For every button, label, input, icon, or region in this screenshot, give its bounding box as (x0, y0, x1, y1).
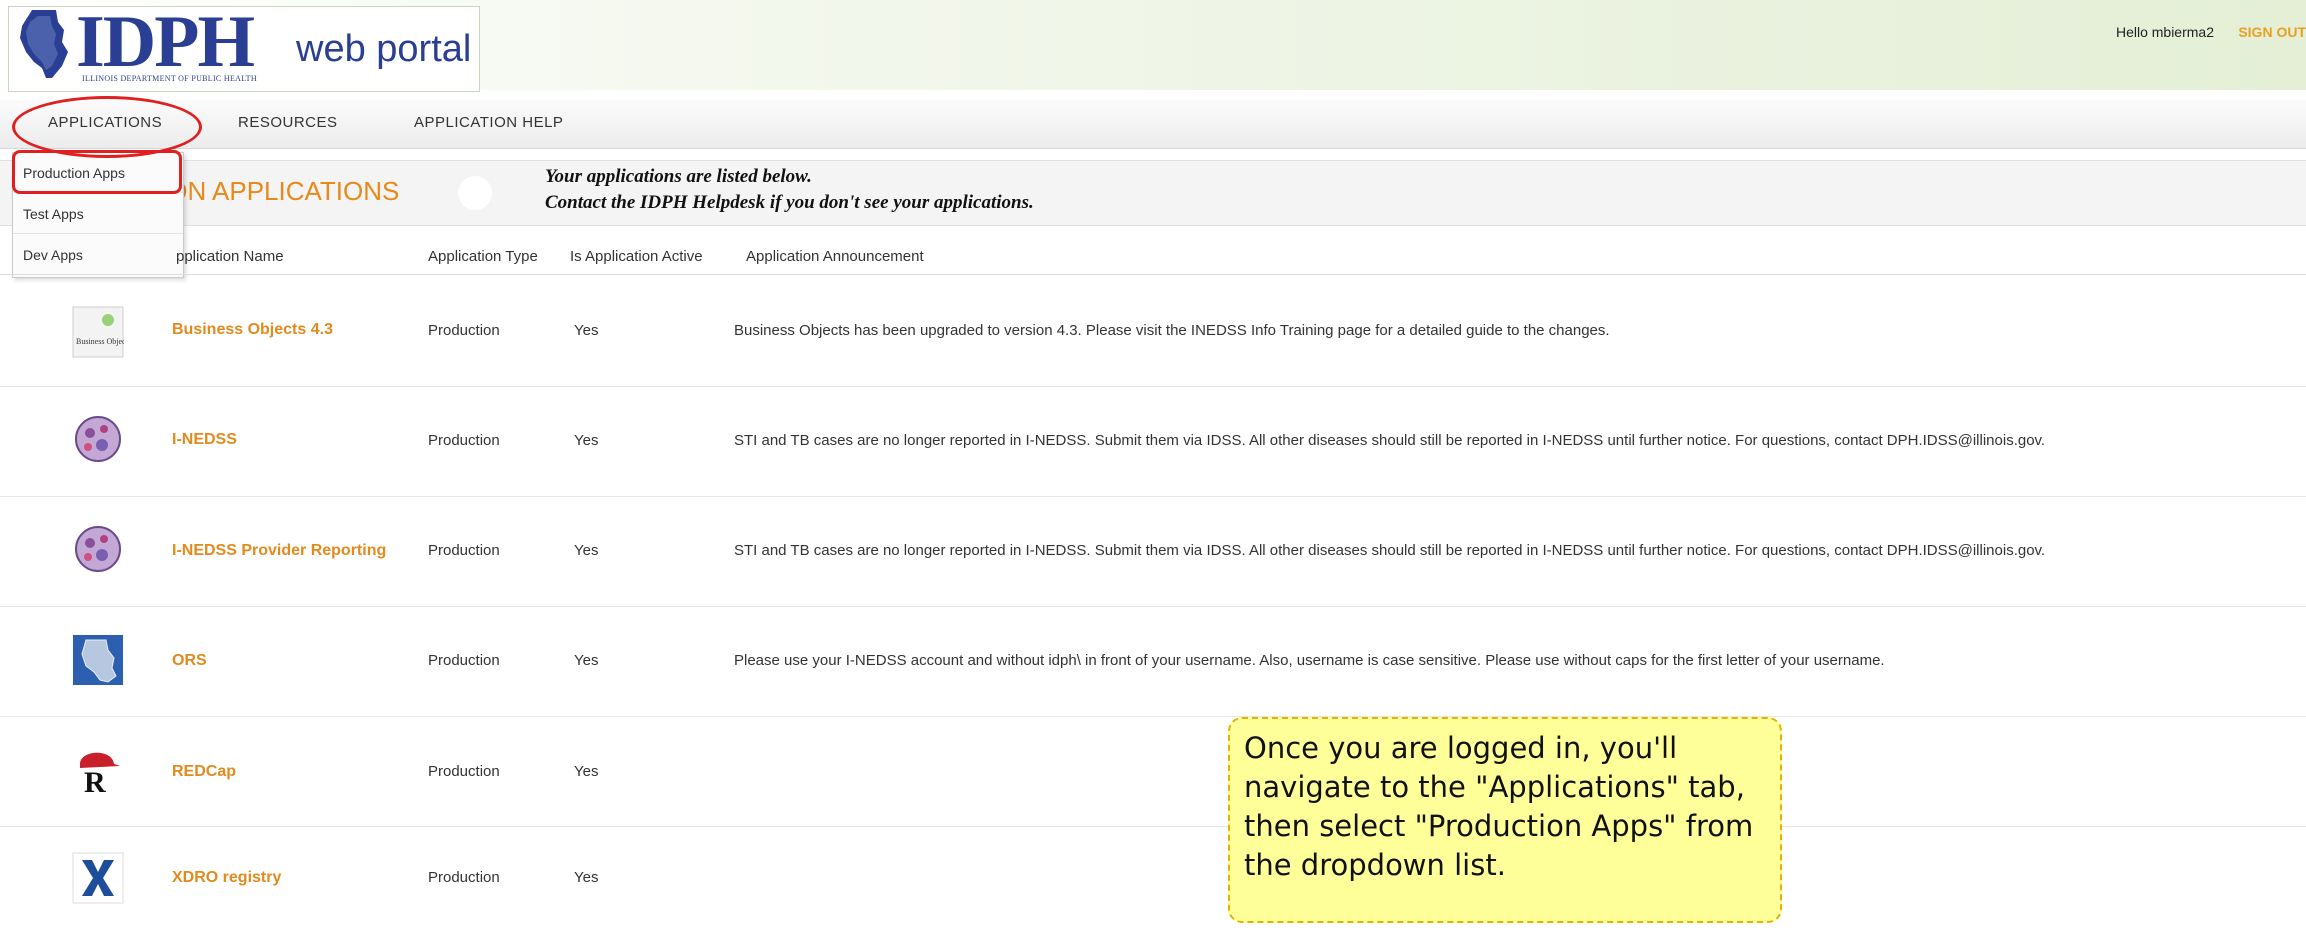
app-type: Production (428, 542, 500, 559)
app-active: Yes (574, 322, 599, 339)
column-header-active: Is Application Active (570, 248, 703, 265)
app-name-link[interactable]: I-NEDSS Provider Reporting (172, 542, 386, 560)
app-name-link[interactable]: XDRO registry (172, 869, 281, 887)
app-name-link[interactable]: Business Objects 4.3 (172, 321, 333, 339)
applications-highlight-circle (12, 96, 202, 158)
app-announcement: Business Objects has been upgraded to ve… (734, 322, 1610, 339)
app-type: Production (428, 763, 500, 780)
app-type: Production (428, 869, 500, 886)
column-header-announcement: Application Announcement (746, 248, 924, 265)
app-announcement: Please use your I-NEDSS account and with… (734, 652, 1885, 669)
sign-out-link[interactable]: SIGN OUT (2238, 24, 2306, 40)
app-active: Yes (574, 869, 599, 886)
table-row: ORS Production Yes Please use your I-NED… (0, 606, 2306, 717)
app-active: Yes (574, 763, 599, 780)
table-row: XDRO registry Production Yes (0, 826, 2306, 936)
nav-resources[interactable]: RESOURCES (238, 114, 338, 131)
dropdown-item-dev-apps[interactable]: Dev Apps (13, 235, 183, 275)
app-name-link[interactable]: REDCap (172, 763, 236, 781)
app-type: Production (428, 322, 500, 339)
illinois-state-icon (20, 10, 68, 78)
table-row: Business Objects Business Objects 4.3 Pr… (0, 276, 2306, 387)
app-announcement: STI and TB cases are no longer reported … (734, 432, 2046, 449)
app-active: Yes (574, 542, 599, 559)
app-active: Yes (574, 652, 599, 669)
logo-text: IDPH (76, 1, 255, 83)
dropdown-item-test-apps[interactable]: Test Apps (13, 194, 183, 234)
logo-subtitle: ILLINOIS DEPARTMENT OF PUBLIC HEALTH (82, 74, 257, 83)
svg-text:R: R (84, 766, 106, 794)
table-row: I-NEDSS Provider Reporting Production Ye… (0, 496, 2306, 607)
section-title: ION APPLICATIONS (160, 176, 400, 206)
app-announcement: STI and TB cases are no longer reported … (734, 542, 2046, 559)
column-header-name: pplication Name (176, 248, 284, 265)
app-active: Yes (574, 432, 599, 449)
table-row: R REDCap Production Yes (0, 716, 2306, 827)
business-objects-icon[interactable]: Business Objects (72, 306, 124, 358)
app-name-link[interactable]: ORS (172, 652, 207, 670)
app-name-link[interactable]: I-NEDSS (172, 431, 237, 449)
illinois-map-icon[interactable] (72, 634, 124, 686)
nav-application-help[interactable]: APPLICATION HELP (414, 114, 563, 131)
table-row: I-NEDSS Production Yes STI and TB cases … (0, 386, 2306, 497)
column-header-type: Application Type (428, 248, 538, 265)
portal-label: web portal (296, 28, 472, 70)
table-header-divider (0, 274, 2306, 275)
virus-cell-icon[interactable] (72, 413, 124, 465)
section-decoration (458, 176, 492, 210)
instruction-callout: Once you are logged in, you'll navigate … (1228, 717, 1782, 923)
user-greeting: Hello mbierma2 (2115, 24, 2214, 40)
svg-text:Business Objects: Business Objects (76, 337, 124, 346)
section-message-line2: Contact the IDPH Helpdesk if you don't s… (545, 192, 1034, 213)
virus-cell-icon[interactable] (72, 523, 124, 575)
redcap-icon[interactable]: R (72, 742, 124, 794)
xdro-icon[interactable] (72, 852, 124, 904)
main-nav-bar (0, 100, 2306, 149)
app-type: Production (428, 652, 500, 669)
section-message-line1: Your applications are listed below. (545, 166, 812, 187)
app-type: Production (428, 432, 500, 449)
